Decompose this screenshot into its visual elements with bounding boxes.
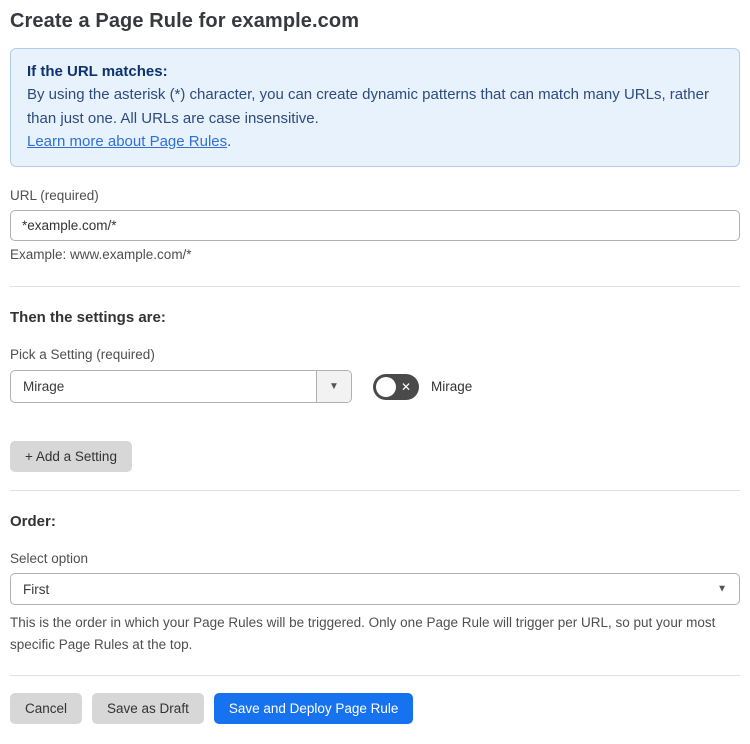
save-as-draft-button[interactable]: Save as Draft <box>92 693 204 725</box>
order-select[interactable]: First ▼ <box>10 573 740 605</box>
cancel-button[interactable]: Cancel <box>10 693 83 725</box>
page-title: Create a Page Rule for example.com <box>10 10 360 32</box>
setting-select[interactable]: Mirage ▼ <box>10 370 352 403</box>
toggle-off-x-icon: ✕ <box>400 379 411 394</box>
pick-setting-label: Pick a Setting (required) <box>10 347 155 362</box>
url-field-helper: Example: www.example.com/* <box>10 247 192 262</box>
info-box-heading: If the URL matches: <box>27 63 168 80</box>
url-input[interactable] <box>10 210 740 241</box>
footer-actions: Cancel Save as Draft Save and Deploy Pag… <box>10 693 740 725</box>
setting-row: Mirage ▼ ✕ Mirage <box>10 370 740 403</box>
info-box-text: By using the asterisk (*) character, you… <box>27 86 709 127</box>
settings-section-heading: Then the settings are: <box>10 309 166 326</box>
mirage-toggle-switch[interactable]: ✕ <box>373 373 419 400</box>
url-field-label: URL (required) <box>10 188 99 203</box>
url-match-info-box: If the URL matches: By using the asteris… <box>10 48 740 167</box>
info-link-line: Learn more about Page Rules. <box>27 130 723 153</box>
link-suffix-period: . <box>227 132 232 150</box>
section-divider-1 <box>10 286 740 287</box>
order-helper-text: This is the order in which your Page Rul… <box>10 615 716 652</box>
order-select-value: First <box>23 581 50 597</box>
mirage-toggle-wrap: ✕ Mirage <box>373 373 473 400</box>
setting-select-arrow-button[interactable]: ▼ <box>316 371 351 402</box>
save-and-deploy-button[interactable]: Save and Deploy Page Rule <box>213 693 414 725</box>
toggle-knob <box>376 376 396 397</box>
order-select-label: Select option <box>10 551 89 566</box>
caret-down-icon: ▼ <box>717 583 727 595</box>
learn-more-page-rules-link[interactable]: Learn more about Page Rules <box>27 133 227 150</box>
setting-select-value: Mirage <box>23 379 65 394</box>
info-box-body: By using the asterisk (*) character, you… <box>27 83 723 153</box>
footer-divider <box>10 675 740 677</box>
caret-down-icon: ▼ <box>329 381 339 392</box>
create-page-rule-form: Create a Page Rule for example.com If th… <box>0 0 750 744</box>
section-divider-2 <box>10 490 740 491</box>
mirage-toggle-label: Mirage <box>431 379 473 394</box>
order-section-heading: Order: <box>10 513 56 530</box>
add-setting-button[interactable]: + Add a Setting <box>10 441 132 472</box>
